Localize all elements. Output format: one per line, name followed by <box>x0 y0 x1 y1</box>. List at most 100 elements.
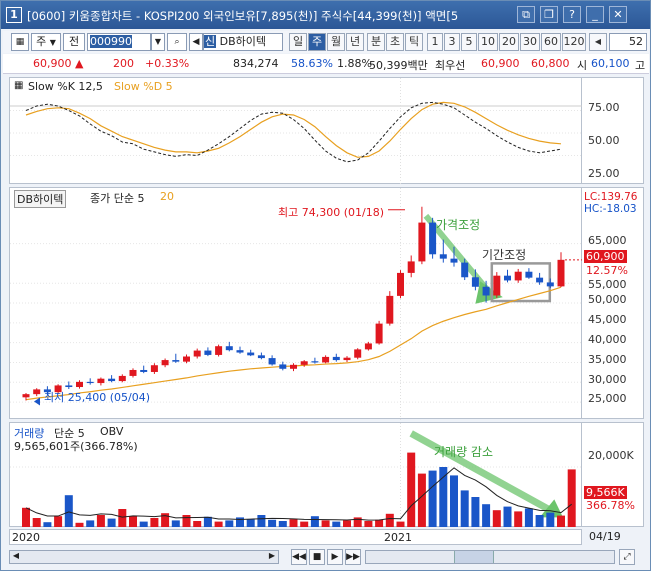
volume-bar <box>300 521 309 527</box>
volume-bar <box>22 507 30 527</box>
candle-body <box>150 365 158 372</box>
candle-body <box>86 381 94 384</box>
candle-body <box>364 343 372 350</box>
restore-window-button[interactable]: ❐ <box>540 6 558 23</box>
bar-count-input[interactable]: 52 <box>609 33 647 51</box>
current-pct-tag: 12.57% <box>586 264 628 277</box>
skip-back-icon[interactable]: ◀◀ <box>291 549 307 565</box>
price-adjust-note: 가격조정 <box>436 218 481 232</box>
volume-bar <box>428 470 437 527</box>
current-volume-tag: 9,566K <box>584 486 627 499</box>
volume-bar <box>257 515 266 527</box>
hc-value: HC:-18.03 <box>584 203 637 215</box>
price-panel[interactable]: DB하이텍 종가 단순 5 20 최고 74,300 (01/18) 최저 25… <box>9 187 583 420</box>
chart-grid-icon[interactable]: ▦ <box>11 33 29 51</box>
candle-body <box>397 272 404 296</box>
quote-bar: 60,900 ▲ 200 +0.33% 834,274 58.63% 1.88%… <box>3 54 649 74</box>
search-icon[interactable]: ⌕ <box>167 33 187 51</box>
volume-bar <box>310 516 319 527</box>
volume-bar <box>43 522 52 527</box>
scroll-left-icon[interactable]: ◀ <box>10 551 22 563</box>
volume-bar <box>375 519 384 527</box>
interval-3-button[interactable]: 3 <box>444 33 460 51</box>
current-volume-pct: 366.78% <box>586 499 635 512</box>
stock-name: DB하이텍 <box>219 35 267 48</box>
close-button[interactable]: ✕ <box>609 6 627 23</box>
low-marker: 최저 25,400 (05/04) <box>44 391 151 404</box>
open-price: 60,100 <box>591 57 630 70</box>
data-table-icon[interactable]: ▦ <box>14 80 23 91</box>
volume-bar <box>567 469 576 527</box>
market-select[interactable]: 주 ▼ <box>31 33 61 51</box>
interval-30-button[interactable]: 30 <box>520 33 540 51</box>
minimize-button[interactable]: _ <box>586 6 604 23</box>
candle-body <box>97 378 105 384</box>
zoom-thumb[interactable] <box>454 551 494 563</box>
volume-bar <box>171 520 180 527</box>
up-arrow-icon: ▲ <box>75 57 84 70</box>
stock-code-input[interactable]: 000990 <box>87 33 151 51</box>
candlestick-plot <box>10 188 583 420</box>
volume-tick-20000k: 20,000K <box>588 449 634 462</box>
candle-body <box>504 275 511 281</box>
window-title: [0600] 키움종합차트 - KOSPI200 외국인보유[7,895(천)]… <box>27 9 459 23</box>
candle-body <box>268 358 276 365</box>
current-price-tag: 60,900 <box>584 250 627 263</box>
interval-10-button[interactable]: 10 <box>478 33 498 51</box>
stochastic-panel[interactable]: ▦ Slow %K 12,5 Slow %D 5 <box>9 77 583 185</box>
open-label: 시 <box>577 59 588 72</box>
price-tick-55000: 55,000 <box>588 278 627 291</box>
zoom-slider[interactable] <box>365 550 615 564</box>
period-week-button[interactable]: 주 <box>308 33 326 51</box>
expand-right-icon[interactable]: ◀ <box>589 33 607 51</box>
candle-body <box>311 361 319 363</box>
interval-5-button[interactable]: 5 <box>461 33 477 51</box>
horizontal-scrollbar[interactable]: ◀ ▶ <box>9 550 279 564</box>
interval-20-button[interactable]: 20 <box>499 33 519 51</box>
volume-bar <box>343 520 351 527</box>
candle-body <box>354 349 362 358</box>
interval-120-button[interactable]: 120 <box>562 33 586 51</box>
volume-bar <box>225 520 234 527</box>
help-button[interactable]: ? <box>563 6 581 23</box>
period-year-button[interactable]: 년 <box>346 33 364 51</box>
period-tick-button[interactable]: 틱 <box>405 33 423 51</box>
interval-1-button[interactable]: 1 <box>427 33 443 51</box>
period-day-button[interactable]: 일 <box>289 33 307 51</box>
price-tick-45000: 45,000 <box>588 313 627 326</box>
period-second-button[interactable]: 초 <box>386 33 404 51</box>
price-tick-30000: 30,000 <box>588 373 627 386</box>
candle-body <box>525 271 533 278</box>
year-label-2021: 2021 <box>384 531 412 544</box>
title-bar[interactable]: 1 [0600] 키움종합차트 - KOSPI200 외국인보유[7,895(천… <box>1 1 650 29</box>
all-button[interactable]: 전 <box>63 33 85 51</box>
play-icon[interactable]: ▶ <box>327 549 343 565</box>
stop-icon[interactable]: ■ <box>309 549 325 565</box>
volume-panel[interactable]: 거래량 단순 5 OBV 9,565,601주(366.78%) 거래량 감소 <box>9 422 583 528</box>
zoom-icon[interactable]: ⤢ <box>619 549 635 565</box>
interval-60-button[interactable]: 60 <box>541 33 561 51</box>
volume-bar <box>417 473 426 527</box>
skip-forward-icon[interactable]: ▶▶ <box>345 549 361 565</box>
code-dropdown-icon[interactable]: ▼ <box>151 33 165 51</box>
candle-body <box>375 323 383 344</box>
trade-amount: 50,399백만 <box>369 59 428 72</box>
scroll-right-icon[interactable]: ▶ <box>266 551 278 563</box>
volume-value-label: 9,565,601주(366.78%) <box>14 440 138 453</box>
stoch-tick-75: 75.00 <box>588 101 620 114</box>
candle-body <box>471 277 479 287</box>
stochastic-axis: 75.00 50.00 25.00 <box>582 77 644 184</box>
volume-bar <box>214 521 223 527</box>
candle-body <box>407 261 415 273</box>
candle-body <box>108 378 116 382</box>
stock-name-field[interactable]: 신 DB하이텍 <box>203 33 283 51</box>
current-price: 60,900 <box>33 57 72 70</box>
speaker-icon[interactable]: ◀ <box>189 33 203 51</box>
stoch-tick-25: 25.00 <box>588 167 620 180</box>
volume-bar <box>32 518 41 527</box>
period-month-button[interactable]: 월 <box>327 33 345 51</box>
link-window-button[interactable]: ⧉ <box>517 6 535 23</box>
period-minute-button[interactable]: 분 <box>367 33 385 51</box>
volume-bar <box>321 520 330 527</box>
candle-body <box>343 357 351 361</box>
